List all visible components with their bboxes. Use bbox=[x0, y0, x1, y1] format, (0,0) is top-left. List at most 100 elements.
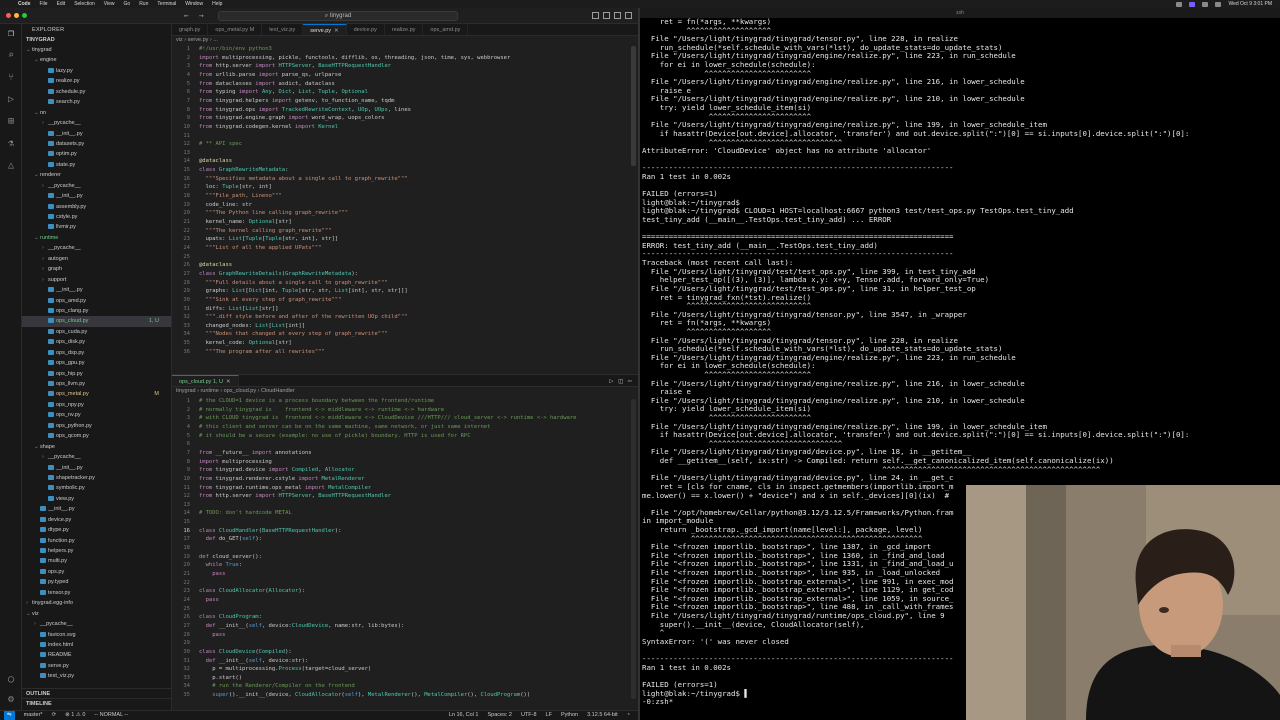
run-icon[interactable]: ▷ bbox=[609, 377, 613, 385]
tree-folder[interactable]: › support bbox=[22, 275, 171, 285]
editor-tab[interactable]: realize.py bbox=[385, 24, 424, 35]
code-line[interactable]: 5 # it should be a secure (example: no us… bbox=[172, 432, 638, 441]
python-interpreter[interactable]: 3.12.5 64-bit bbox=[587, 711, 618, 720]
code-line[interactable]: 32 p = multiprocessing.Process(target=cl… bbox=[172, 665, 638, 674]
menu-window[interactable]: Window bbox=[185, 0, 203, 8]
code-line[interactable]: 18 """File_path, Lineno""" bbox=[172, 192, 638, 201]
tree-file[interactable]: tensor.py bbox=[22, 588, 171, 598]
search-icon[interactable]: ⌕ bbox=[5, 50, 17, 62]
code-line[interactable]: 35 kernel_code: Optional[str] bbox=[172, 339, 638, 348]
code-line[interactable]: 21 kernel_name: Optional[str] bbox=[172, 218, 638, 227]
cursor-position[interactable]: Ln 16, Col 1 bbox=[449, 711, 479, 720]
split-editor-icon[interactable]: ◫ bbox=[619, 377, 623, 385]
breadcrumb[interactable]: tinygrad › runtime › ops_cloud.py › Clou… bbox=[172, 387, 638, 396]
encoding[interactable]: UTF-8 bbox=[521, 711, 537, 720]
scrollbar-thumb[interactable] bbox=[631, 46, 636, 166]
tree-file[interactable]: ops_hip.py bbox=[22, 369, 171, 379]
tree-folder[interactable]: › autogen bbox=[22, 254, 171, 264]
tree-folder[interactable]: ⌄renderer bbox=[22, 170, 171, 180]
tree-file[interactable]: realize.py bbox=[22, 76, 171, 86]
tree-folder[interactable]: › __pycache__ bbox=[22, 619, 171, 629]
zoom-window-button[interactable] bbox=[22, 13, 27, 18]
code-line[interactable]: 17 def do_GET(self): bbox=[172, 535, 638, 544]
code-line[interactable]: 13 bbox=[172, 149, 638, 158]
code-line[interactable]: 15 bbox=[172, 518, 638, 527]
code-line[interactable]: 35 super().__init__(device, CloudAllocat… bbox=[172, 691, 638, 700]
tab-ops-cloud[interactable]: ops_cloud.py 1, U ✕ bbox=[172, 375, 239, 386]
editor-tab[interactable]: test_viz.py bbox=[262, 24, 304, 35]
flask-icon[interactable]: △ bbox=[5, 160, 17, 172]
code-line[interactable]: 24 """List of all the applied UPats""" bbox=[172, 244, 638, 253]
search-icon[interactable] bbox=[1215, 1, 1222, 7]
editor-tab[interactable]: serve.py ✕ bbox=[303, 24, 347, 35]
editor-tab[interactable]: device.py bbox=[347, 24, 385, 35]
tree-folder[interactable]: › __pycache__ bbox=[22, 118, 171, 128]
tree-file[interactable]: function.py bbox=[22, 536, 171, 546]
code-line[interactable]: 33 p.start() bbox=[172, 674, 638, 683]
menu-help[interactable]: Help bbox=[212, 0, 222, 8]
tree-file[interactable]: ops_llvm.py bbox=[22, 379, 171, 389]
tree-file[interactable]: README bbox=[22, 650, 171, 660]
manage-gear-icon[interactable]: ⚙ bbox=[5, 694, 17, 706]
tree-file[interactable]: favicon.svg bbox=[22, 630, 171, 640]
tree-folder[interactable]: ⌄engine bbox=[22, 55, 171, 65]
code-line[interactable]: 7 from __future__ import annotations bbox=[172, 449, 638, 458]
tree-file[interactable]: ops_disk.py bbox=[22, 337, 171, 347]
menu-file[interactable]: File bbox=[40, 0, 48, 8]
source-control-icon[interactable]: ⑂ bbox=[5, 72, 17, 84]
menu-code[interactable]: Code bbox=[18, 0, 31, 8]
tree-file[interactable]: dtype.py bbox=[22, 525, 171, 535]
tree-file[interactable]: py.typed bbox=[22, 577, 171, 587]
tree-file[interactable]: llvmir.py bbox=[22, 222, 171, 232]
problems-count[interactable]: ⊗ 1 ⚠ 0 bbox=[65, 711, 85, 720]
tree-folder[interactable]: ⌄runtime bbox=[22, 233, 171, 243]
scrollbar-thumb[interactable] bbox=[631, 399, 636, 699]
tree-file[interactable]: test_viz.py bbox=[22, 671, 171, 681]
breadcrumb[interactable]: viz › serve.py › ... bbox=[172, 36, 638, 45]
run-debug-icon[interactable]: ▷ bbox=[5, 94, 17, 106]
notifications-bell-icon[interactable]: ◔ bbox=[627, 711, 630, 720]
editor-tab[interactable]: graph.py bbox=[172, 24, 209, 35]
code-line[interactable]: 19 def cloud_server(): bbox=[172, 553, 638, 562]
menu-terminal[interactable]: Terminal bbox=[157, 0, 176, 8]
code-line[interactable]: 4 from urllib.parse import parse_qs, urlp… bbox=[172, 71, 638, 80]
code-line[interactable]: 2 import multiprocessing, pickle, functoo… bbox=[172, 54, 638, 63]
code-line[interactable]: 14 # TODO: don't hardcode METAL bbox=[172, 509, 638, 518]
timeline-section[interactable]: TIMELINE bbox=[22, 698, 172, 708]
code-line[interactable]: 17 loc: Tuple[str, int] bbox=[172, 183, 638, 192]
code-line[interactable]: 23 upats: List[Tuple[Tuple[str, int], st… bbox=[172, 235, 638, 244]
code-line[interactable]: 30 """Sink at every step of graph_rewrit… bbox=[172, 296, 638, 305]
code-line[interactable]: 1 #!/usr/bin/env python3 bbox=[172, 45, 638, 54]
code-line[interactable]: 5 from dataclasses import asdict, datacla… bbox=[172, 80, 638, 89]
code-line[interactable]: 11 bbox=[172, 132, 638, 141]
end-of-line[interactable]: LF bbox=[546, 711, 552, 720]
code-line[interactable]: 8 from tinygrad.ops import TrackedRewrite… bbox=[172, 106, 638, 115]
code-line[interactable]: 16 class CloudHandler(BaseHTTPRequestHand… bbox=[172, 527, 638, 536]
code-line[interactable]: 13 bbox=[172, 501, 638, 510]
tree-file[interactable]: ops_qcom.py bbox=[22, 431, 171, 441]
code-line[interactable]: 20 while True: bbox=[172, 561, 638, 570]
git-branch[interactable]: master* bbox=[24, 711, 43, 720]
toggle-panel-icon[interactable] bbox=[603, 12, 610, 19]
code-line[interactable]: 7 from tinygrad.helpers import getenv, to… bbox=[172, 97, 638, 106]
command-center-search[interactable]: ⌕ tinygrad bbox=[218, 11, 458, 21]
tree-file[interactable]: state.py bbox=[22, 160, 171, 170]
code-line[interactable]: 16 """Specifies metadata about a single … bbox=[172, 175, 638, 184]
menubar-clock[interactable]: Wed Oct 9 3:01 PM bbox=[1228, 0, 1272, 8]
tree-file[interactable]: symbolic.py bbox=[22, 483, 171, 493]
tree-file[interactable]: ops_nv.py bbox=[22, 410, 171, 420]
code-line[interactable]: 27 class GraphRewriteDetails(GraphRewrite… bbox=[172, 270, 638, 279]
tree-file[interactable]: cstyle.py bbox=[22, 212, 171, 222]
code-line[interactable]: 30 class CloudDevice(Compiled): bbox=[172, 648, 638, 657]
tree-file[interactable]: helpers.py bbox=[22, 546, 171, 556]
tree-folder[interactable]: › tinygrad.egg-info bbox=[22, 598, 171, 608]
tree-file[interactable]: datasets.py bbox=[22, 139, 171, 149]
code-line[interactable]: 8 import multiprocessing bbox=[172, 458, 638, 467]
tree-file[interactable]: assembly.py bbox=[22, 202, 171, 212]
code-line[interactable]: 26 @dataclass bbox=[172, 261, 638, 270]
tree-folder[interactable]: ⌄nn bbox=[22, 108, 171, 118]
code-line[interactable]: 12 from http.server import HTTPServer, Ba… bbox=[172, 492, 638, 501]
more-actions-icon[interactable]: ⋯ bbox=[628, 377, 632, 385]
indentation[interactable]: Spaces: 2 bbox=[487, 711, 511, 720]
tree-file[interactable]: ops_npy.py bbox=[22, 400, 171, 410]
